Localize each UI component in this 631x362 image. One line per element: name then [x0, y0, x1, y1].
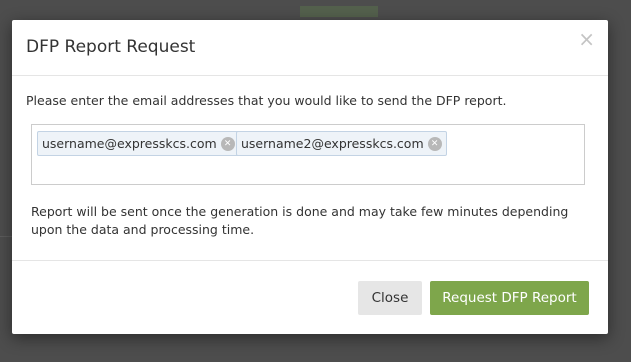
email-tag: username@expresskcs.com ✕ [37, 131, 240, 156]
modal-footer: Close Request DFP Report [12, 260, 608, 334]
report-note: Report will be sent once the generation … [31, 204, 569, 237]
request-dfp-report-button[interactable]: Request DFP Report [430, 281, 589, 315]
modal-title: DFP Report Request [26, 37, 196, 57]
modal-header: DFP Report Request × [12, 20, 608, 76]
dfp-report-modal: DFP Report Request × Please enter the em… [12, 20, 608, 334]
remove-tag-icon[interactable]: ✕ [220, 136, 235, 151]
background-divider [0, 236, 12, 237]
background-page-strip [300, 6, 378, 17]
email-tag-label: username2@expresskcs.com [241, 136, 424, 151]
email-tags-input[interactable]: username@expresskcs.com ✕ username2@expr… [31, 124, 585, 185]
close-button[interactable]: Close [358, 281, 422, 315]
close-icon[interactable]: × [578, 29, 595, 49]
remove-tag-icon[interactable]: ✕ [427, 136, 442, 151]
instruction-text: Please enter the email addresses that yo… [26, 93, 507, 108]
email-tag: username2@expresskcs.com ✕ [236, 131, 447, 156]
email-tag-label: username@expresskcs.com [42, 136, 217, 151]
